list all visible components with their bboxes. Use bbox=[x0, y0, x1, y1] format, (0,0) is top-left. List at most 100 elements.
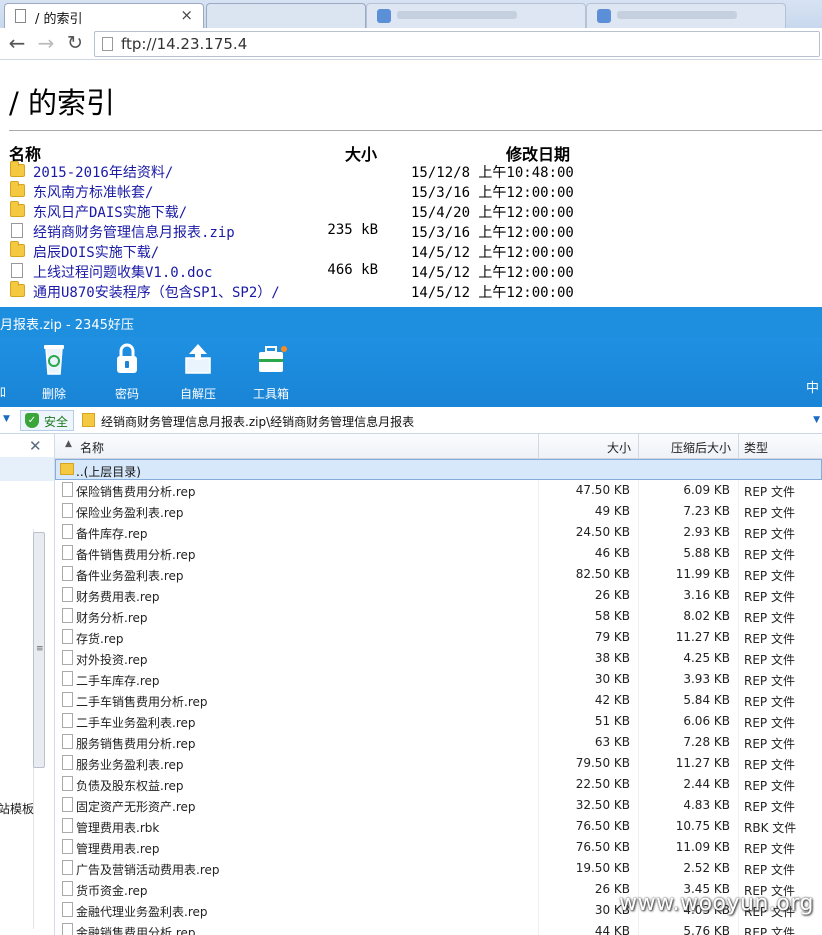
dropdown-arrow-icon[interactable]: ▼ bbox=[3, 414, 10, 424]
browser-tab-new[interactable] bbox=[206, 3, 366, 28]
archive-file-row[interactable]: 保险销售费用分析.rep 47.50 KB 6.09 KB REP 文件 bbox=[55, 480, 822, 501]
tab-favicon-icon bbox=[377, 9, 391, 23]
ftp-listing-row: 东风日产DAIS实施下载/15/4/20 上午12:00:00 bbox=[0, 201, 600, 221]
file-type: REP 文件 bbox=[744, 506, 795, 520]
archive-file-row[interactable]: 服务业务盈利表.rep 79.50 KB 11.27 KB REP 文件 bbox=[55, 753, 822, 774]
close-pane-icon[interactable]: ✕ bbox=[29, 437, 42, 455]
ftp-entry-link[interactable]: 启辰DOIS实施下载/ bbox=[33, 242, 159, 262]
file-type: REP 文件 bbox=[744, 548, 795, 562]
browser-tab-active[interactable]: / 的索引 × bbox=[4, 3, 204, 28]
file-icon bbox=[62, 797, 73, 812]
file-icon bbox=[62, 566, 73, 581]
file-name: 货币资金.rep bbox=[76, 884, 148, 898]
tree-selected-row[interactable] bbox=[0, 457, 54, 481]
file-icon bbox=[62, 734, 73, 749]
ftp-listing-row: 东风南方标准帐套/15/3/16 上午12:00:00 bbox=[0, 181, 600, 201]
column-header-name[interactable]: 名称 bbox=[80, 439, 104, 456]
browser-tab-blurred[interactable] bbox=[586, 3, 786, 28]
archive-path[interactable]: 经销商财务管理信息月报表.zip\经销商财务管理信息月报表 bbox=[101, 413, 414, 430]
archive-file-row[interactable]: 备件库存.rep 24.50 KB 2.93 KB REP 文件 bbox=[55, 522, 822, 543]
tree-item-label[interactable]: 网站模板 bbox=[0, 800, 34, 817]
ftp-entry-date: 14/5/12 上午12:00:00 bbox=[411, 285, 574, 301]
archive-file-row[interactable]: 二手车销售费用分析.rep 42 KB 5.84 KB REP 文件 bbox=[55, 690, 822, 711]
file-size: 47.50 KB bbox=[575, 483, 630, 497]
column-separator[interactable] bbox=[538, 434, 539, 459]
archive-file-row[interactable]: 负债及股东权益.rep 22.50 KB 2.44 KB REP 文件 bbox=[55, 774, 822, 795]
column-header-type[interactable]: 类型 bbox=[744, 439, 768, 456]
ftp-entry-link[interactable]: 2015-2016年结资料/ bbox=[33, 162, 173, 182]
ftp-entry-link[interactable]: 经销商财务管理信息月报表.zip bbox=[33, 222, 235, 242]
archive-file-row[interactable]: 广告及营销活动费用表.rep 19.50 KB 2.52 KB REP 文件 bbox=[55, 858, 822, 879]
forward-arrow-icon[interactable]: → bbox=[34, 32, 58, 56]
ftp-entry-link[interactable]: 东风南方标准帐套/ bbox=[33, 182, 153, 202]
archive-file-row[interactable]: 管理费用表.rbk 76.50 KB 10.75 KB RBK 文件 bbox=[55, 816, 822, 837]
safe-label: 安全 bbox=[44, 415, 69, 429]
language-toggle[interactable]: 中 bbox=[806, 377, 819, 396]
address-url[interactable]: ftp://14.23.175.4 bbox=[121, 35, 247, 53]
file-icon bbox=[11, 263, 23, 278]
archive-file-row[interactable]: 对外投资.rep 38 KB 4.25 KB REP 文件 bbox=[55, 648, 822, 669]
column-header-size[interactable]: 大小 bbox=[607, 439, 631, 456]
file-name: 金融销售费用分析.rep bbox=[76, 926, 196, 935]
column-header-packed-size[interactable]: 压缩后大小 bbox=[671, 439, 731, 456]
archive-file-row[interactable]: 固定资产无形资产.rep 32.50 KB 4.83 KB REP 文件 bbox=[55, 795, 822, 816]
archive-file-row[interactable]: 备件业务盈利表.rep 82.50 KB 11.99 KB REP 文件 bbox=[55, 564, 822, 585]
column-separator[interactable] bbox=[638, 434, 639, 459]
archive-file-row[interactable]: 二手车业务盈利表.rep 51 KB 6.06 KB REP 文件 bbox=[55, 711, 822, 732]
safe-badge[interactable]: ✓ 安全 bbox=[20, 410, 74, 431]
file-packed-size: 11.99 KB bbox=[675, 567, 730, 581]
ftp-entry-link[interactable]: 通用U870安装程序（包含SP1、SP2）/ bbox=[33, 282, 280, 302]
file-name: 对外投资.rep bbox=[76, 653, 148, 667]
browser-tab-blurred[interactable] bbox=[366, 3, 586, 28]
browser-toolbar: ← → ↻ ftp://14.23.175.4 bbox=[0, 28, 822, 60]
file-icon bbox=[62, 713, 73, 728]
folder-icon bbox=[10, 201, 25, 217]
file-name: 财务费用表.rep bbox=[76, 590, 160, 604]
shield-icon: ✓ bbox=[25, 413, 39, 428]
self-extract-button[interactable]: 自解压 bbox=[168, 339, 228, 405]
file-name: 二手车库存.rep bbox=[76, 674, 160, 688]
ftp-entry-date: 14/5/12 上午12:00:00 bbox=[411, 245, 574, 261]
file-icon bbox=[62, 902, 73, 917]
self-extract-label: 自解压 bbox=[179, 387, 216, 401]
parent-directory-row[interactable]: ..(上层目录) bbox=[55, 459, 822, 480]
tab-close-icon[interactable]: × bbox=[180, 6, 193, 24]
file-type: REP 文件 bbox=[744, 590, 795, 604]
archive-file-row[interactable]: 财务分析.rep 58 KB 8.02 KB REP 文件 bbox=[55, 606, 822, 627]
path-dropdown-icon[interactable]: ▼ bbox=[813, 415, 820, 425]
archive-file-row[interactable]: 二手车库存.rep 30 KB 3.93 KB REP 文件 bbox=[55, 669, 822, 690]
file-packed-size: 6.09 KB bbox=[683, 483, 730, 497]
file-size: 82.50 KB bbox=[575, 567, 630, 581]
folder-icon bbox=[10, 281, 25, 297]
file-icon bbox=[62, 545, 73, 560]
file-name: 保险销售费用分析.rep bbox=[76, 485, 196, 499]
delete-button[interactable]: 删除 bbox=[24, 339, 84, 405]
ftp-entry-size: 235 kB bbox=[327, 222, 378, 238]
archive-file-row[interactable]: 服务销售费用分析.rep 63 KB 7.28 KB REP 文件 bbox=[55, 732, 822, 753]
ribbon-cut-label[interactable]: 加 bbox=[0, 383, 6, 400]
toolbox-button[interactable]: 工具箱 bbox=[241, 339, 301, 405]
tab-title: / 的索引 bbox=[35, 12, 83, 27]
archive-file-row[interactable]: 管理费用表.rep 76.50 KB 11.09 KB REP 文件 bbox=[55, 837, 822, 858]
password-button[interactable]: 密码 bbox=[97, 339, 157, 405]
reload-icon[interactable]: ↻ bbox=[63, 32, 87, 56]
address-bar[interactable]: ftp://14.23.175.4 bbox=[94, 31, 820, 57]
archive-file-row[interactable]: 保险业务盈利表.rep 49 KB 7.23 KB REP 文件 bbox=[55, 501, 822, 522]
file-icon bbox=[62, 482, 73, 497]
back-arrow-icon[interactable]: ← bbox=[5, 32, 29, 56]
file-type: REP 文件 bbox=[744, 632, 795, 646]
archive-file-row[interactable]: 存货.rep 79 KB 11.27 KB REP 文件 bbox=[55, 627, 822, 648]
file-type: REP 文件 bbox=[744, 695, 795, 709]
page-icon bbox=[102, 37, 113, 51]
ftp-entry-link[interactable]: 东风日产DAIS实施下载/ bbox=[33, 202, 187, 222]
file-name: 服务销售费用分析.rep bbox=[76, 737, 196, 751]
zip-window-titlebar: 月报表.zip - 2345好压 bbox=[0, 307, 822, 337]
file-type: REP 文件 bbox=[744, 779, 795, 793]
file-icon bbox=[62, 629, 73, 644]
ftp-entry-link[interactable]: 上线过程问题收集V1.0.doc bbox=[33, 262, 212, 282]
archive-file-row[interactable]: 备件销售费用分析.rep 46 KB 5.88 KB REP 文件 bbox=[55, 543, 822, 564]
archive-file-row[interactable]: 财务费用表.rep 26 KB 3.16 KB REP 文件 bbox=[55, 585, 822, 606]
file-type: REP 文件 bbox=[744, 611, 795, 625]
archive-file-row[interactable]: 金融销售费用分析.rep 44 KB 5.76 KB REP 文件 bbox=[55, 921, 822, 935]
column-separator[interactable] bbox=[738, 434, 739, 459]
